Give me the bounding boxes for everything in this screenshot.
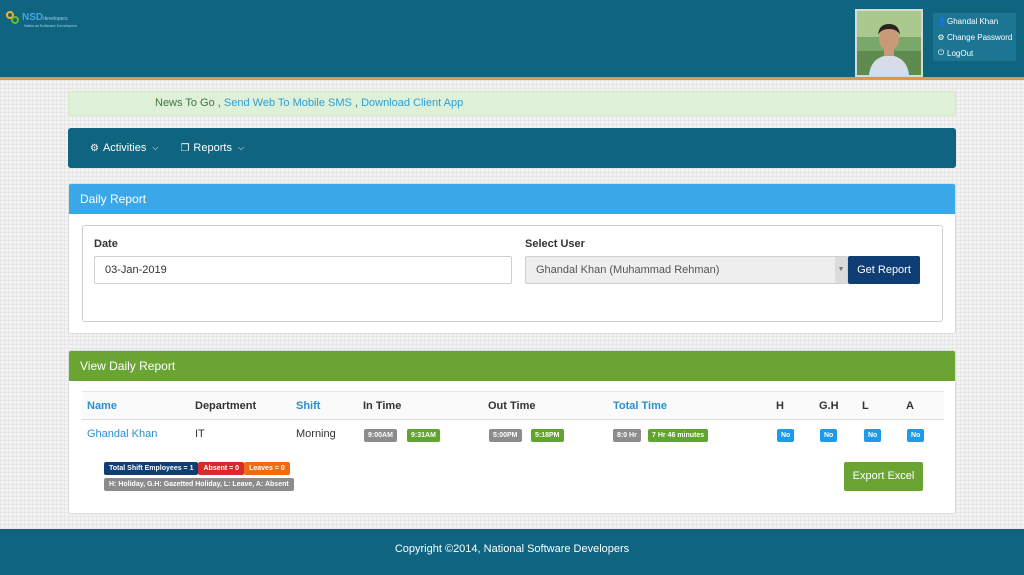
nav-reports-label: Reports xyxy=(193,142,232,154)
user-select-value: Ghandal Khan (Muhammad Rehman) xyxy=(536,264,720,276)
daily-report-title: Daily Report xyxy=(69,184,955,214)
col-in-time: In Time xyxy=(363,400,402,412)
col-leave: L xyxy=(862,400,869,412)
col-gazetted-holiday: G.H xyxy=(819,400,839,412)
gear-icon: ⚙ xyxy=(937,32,945,42)
col-department: Department xyxy=(195,400,257,412)
avatar xyxy=(855,9,923,77)
user-menu: 👤 Ghandal Khan ⚙ Change Password ⏻ LogOu… xyxy=(933,13,1016,61)
copyright-text: Copyright ©2014, National Software Devel… xyxy=(394,543,630,555)
logo-text: NSDdevelopers xyxy=(22,11,68,23)
date-label: Date xyxy=(94,238,118,250)
department-cell: IT xyxy=(195,428,205,440)
leave-badge: No xyxy=(864,429,882,442)
total-employees-badge: Total Shift Employees = 1 xyxy=(104,462,199,475)
change-password-link[interactable]: ⚙ Change Password xyxy=(933,29,1016,45)
view-daily-report-title: View Daily Report xyxy=(69,351,955,381)
select-user-label: Select User xyxy=(525,238,585,250)
footer: Copyright ©2014, National Software Devel… xyxy=(0,529,1024,575)
gazetted-holiday-badge: No xyxy=(820,429,838,442)
date-field[interactable]: 03-Jan-2019 xyxy=(94,256,512,284)
cogs-icon: ⚙ xyxy=(90,142,99,154)
nav-activities-label: Activities xyxy=(102,142,147,154)
absent-badge: No xyxy=(907,429,925,442)
chevron-down-icon: ⌵ xyxy=(237,143,245,152)
logo-icon xyxy=(6,11,20,25)
chevron-down-icon: ▼ xyxy=(835,257,847,283)
employee-name-link[interactable]: Ghandal Khan xyxy=(87,428,157,440)
col-absent: A xyxy=(906,400,914,412)
absent-count-badge: Absent = 0 xyxy=(198,462,245,475)
in-scheduled-badge: 9:00AM xyxy=(364,429,397,442)
header-divider xyxy=(82,419,944,420)
summary-legend: Total Shift Employees = 1 Absent = 0 Lea… xyxy=(104,462,294,494)
news-separator: , xyxy=(351,97,362,109)
news-lead: News To Go xyxy=(155,97,215,109)
col-shift[interactable]: Shift xyxy=(296,400,320,412)
nav-activities[interactable]: ⚙ Activities ⌵ xyxy=(90,142,158,154)
get-report-button[interactable]: Get Report xyxy=(848,256,920,284)
logo-subtitle: National Software Developers xyxy=(24,23,77,28)
report-filter-form: Date 03-Jan-2019 Select User Ghandal Kha… xyxy=(82,225,943,322)
logout-label: LogOut xyxy=(947,48,974,58)
copy-icon: ❐ xyxy=(180,142,190,154)
power-icon: ⏻ xyxy=(937,48,945,57)
in-actual-badge: 9:31AM xyxy=(407,429,440,442)
col-name[interactable]: Name xyxy=(87,400,117,412)
col-out-time: Out Time xyxy=(488,400,536,412)
view-daily-report-panel: View Daily Report Name Department Shift … xyxy=(68,350,956,514)
chevron-down-icon: ⌵ xyxy=(152,143,159,152)
user-icon: 👤 xyxy=(937,16,947,26)
logout-link[interactable]: ⏻ LogOut xyxy=(933,45,1016,61)
nav-reports[interactable]: ❐ Reports ⌵ xyxy=(180,142,244,154)
change-password-label: Change Password xyxy=(947,32,1013,42)
col-holiday: H xyxy=(776,400,784,412)
user-name-label: Ghandal Khan xyxy=(947,16,999,26)
total-scheduled-badge: 8:0 Hr xyxy=(613,429,641,442)
top-header: NSDdevelopers National Software Develope… xyxy=(0,0,1024,80)
export-excel-button[interactable]: Export Excel xyxy=(844,462,923,491)
holiday-badge: No xyxy=(777,429,795,442)
user-select[interactable]: Ghandal Khan (Muhammad Rehman) ▼ xyxy=(525,256,848,284)
news-separator: , xyxy=(214,97,224,109)
send-sms-link[interactable]: Send Web To Mobile SMS xyxy=(224,97,352,109)
out-scheduled-badge: 5:00PM xyxy=(489,429,522,442)
total-actual-badge: 7 Hr 46 minutes xyxy=(648,429,709,442)
user-name-link[interactable]: 👤 Ghandal Khan xyxy=(933,13,1016,29)
logo[interactable]: NSDdevelopers National Software Develope… xyxy=(6,10,77,28)
abbreviation-legend: H: Holiday, G.H: Gazetted Holiday, L: Le… xyxy=(104,478,294,491)
leaves-count-badge: Leaves = 0 xyxy=(244,462,290,475)
news-bar: News To Go , Send Web To Mobile SMS , Do… xyxy=(68,91,956,116)
main-navbar: ⚙ Activities ⌵ ❐ Reports ⌵ xyxy=(68,128,956,168)
col-total-time[interactable]: Total Time xyxy=(613,400,667,412)
shift-cell: Morning xyxy=(296,428,336,440)
daily-report-panel: Daily Report Date 03-Jan-2019 Select Use… xyxy=(68,183,956,334)
out-actual-badge: 5:18PM xyxy=(531,429,564,442)
download-client-link[interactable]: Download Client App xyxy=(361,97,463,109)
